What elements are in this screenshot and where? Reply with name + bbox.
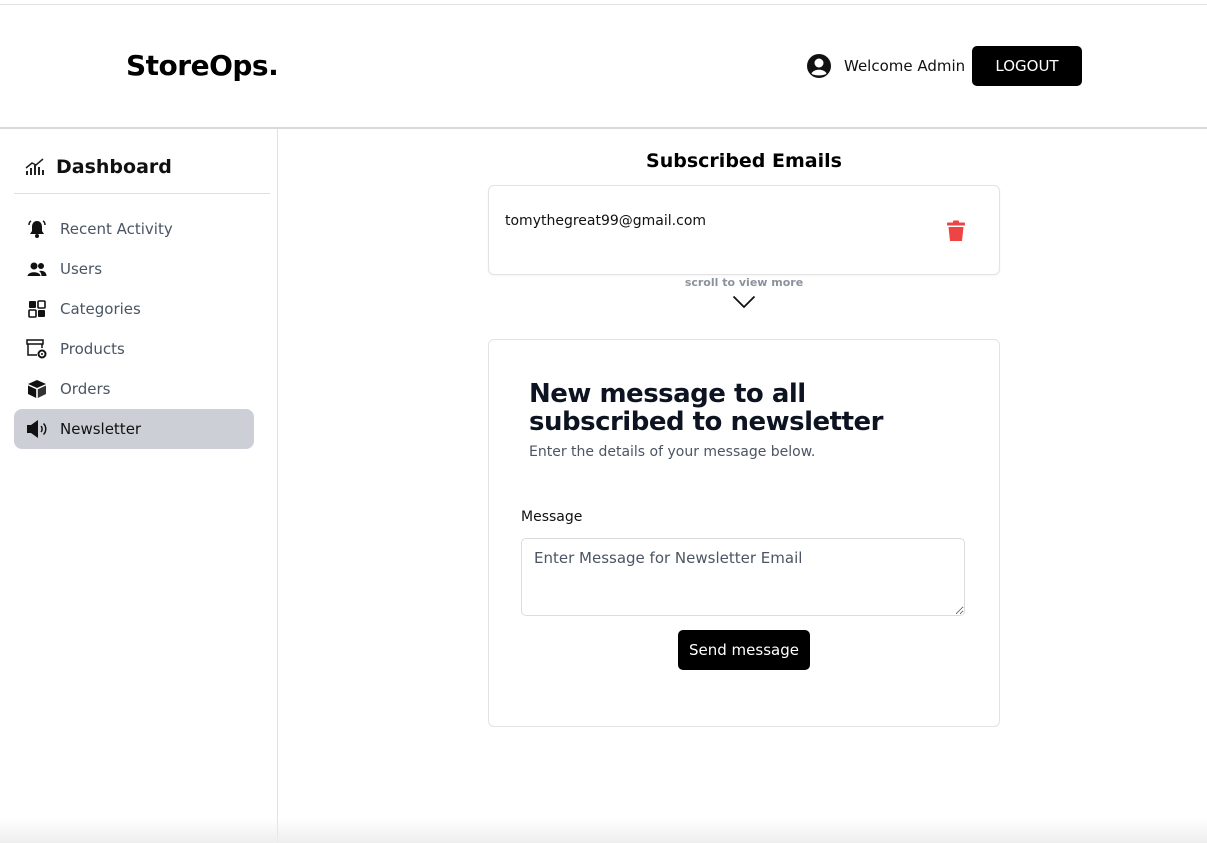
app-logo[interactable]: StoreOps. bbox=[126, 49, 279, 82]
send-message-button[interactable]: Send message bbox=[678, 630, 810, 670]
user-greeting: Welcome Admin bbox=[806, 53, 965, 79]
chart-bars-icon bbox=[24, 156, 46, 178]
sidebar-item-label: Orders bbox=[60, 380, 111, 398]
sidebar-item-label: Products bbox=[60, 340, 125, 358]
megaphone-icon bbox=[26, 418, 48, 440]
sidebar-item-recent-activity[interactable]: Recent Activity bbox=[14, 209, 254, 249]
page-title: Subscribed Emails bbox=[646, 150, 842, 172]
top-header: StoreOps. Welcome Admin LOGOUT bbox=[0, 5, 1207, 129]
sidebar-item-newsletter[interactable]: Newsletter bbox=[14, 409, 254, 449]
sidebar-item-label: Recent Activity bbox=[60, 220, 173, 238]
sidebar-item-label: Newsletter bbox=[60, 420, 142, 438]
message-label: Message bbox=[521, 509, 583, 525]
sidebar: Dashboard Recent Activity Users Categori… bbox=[0, 129, 278, 843]
sidebar-item-label: Categories bbox=[60, 300, 141, 318]
scroll-hint: scroll to view more bbox=[684, 276, 804, 289]
form-title: New message to all subscribed to newslet… bbox=[529, 379, 883, 437]
sidebar-title: Dashboard bbox=[56, 156, 172, 178]
form-subtitle: Enter the details of your message below. bbox=[529, 444, 816, 460]
users-icon bbox=[26, 258, 48, 280]
user-avatar-icon bbox=[807, 54, 831, 78]
sidebar-nav: Recent Activity Users Categories Product… bbox=[14, 209, 254, 449]
newsletter-form: New message to all subscribed to newslet… bbox=[488, 339, 1000, 727]
sidebar-item-orders[interactable]: Orders bbox=[14, 369, 254, 409]
products-icon bbox=[26, 338, 48, 360]
categories-icon bbox=[26, 298, 48, 320]
sidebar-item-label: Users bbox=[60, 260, 103, 278]
sidebar-item-users[interactable]: Users bbox=[14, 249, 254, 289]
subscriber-email: tomythegreat99@gmail.com bbox=[505, 213, 707, 229]
box-icon bbox=[26, 378, 48, 400]
trash-icon[interactable] bbox=[944, 219, 968, 243]
bell-icon bbox=[26, 218, 48, 240]
sidebar-item-products[interactable]: Products bbox=[14, 329, 254, 369]
subscribed-email-list[interactable]: tomythegreat99@gmail.com bbox=[488, 185, 1000, 275]
sidebar-header[interactable]: Dashboard bbox=[14, 141, 270, 194]
chevron-down-icon[interactable] bbox=[732, 295, 756, 309]
sidebar-item-categories[interactable]: Categories bbox=[14, 289, 254, 329]
logout-button[interactable]: LOGOUT bbox=[972, 46, 1082, 86]
message-textarea[interactable] bbox=[521, 538, 965, 616]
welcome-text: Welcome Admin bbox=[844, 57, 966, 75]
